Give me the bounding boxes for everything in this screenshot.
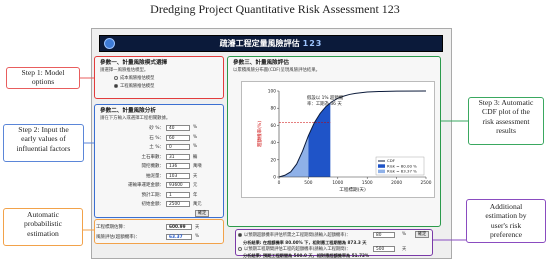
connector-lines [80, 77, 468, 241]
